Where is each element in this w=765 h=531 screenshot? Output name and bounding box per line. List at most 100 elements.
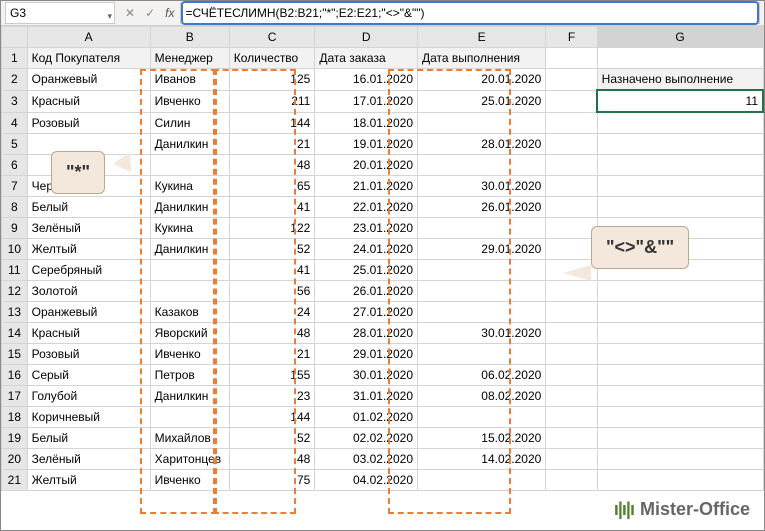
cell[interactable] — [597, 197, 763, 218]
cell[interactable]: Розовый — [27, 112, 150, 134]
cell[interactable] — [597, 48, 763, 69]
cell[interactable]: 48 — [229, 449, 315, 470]
cell[interactable]: Данилкин — [150, 134, 229, 155]
cell[interactable] — [546, 323, 597, 344]
cell[interactable]: Количество — [229, 48, 315, 69]
cell[interactable]: Кукина — [150, 176, 229, 197]
cell[interactable] — [597, 407, 763, 428]
row-header[interactable]: 12 — [2, 281, 28, 302]
cell[interactable] — [546, 134, 597, 155]
check-icon[interactable]: ✓ — [145, 6, 155, 20]
cell[interactable] — [150, 260, 229, 281]
cell[interactable] — [597, 386, 763, 407]
cell[interactable] — [418, 470, 546, 491]
cell[interactable]: 52 — [229, 428, 315, 449]
cell[interactable]: 30.01.2020 — [418, 176, 546, 197]
name-box[interactable]: G3 ▾ — [5, 2, 115, 24]
selected-cell[interactable]: 11 — [597, 90, 763, 112]
cell[interactable]: Яворский — [150, 323, 229, 344]
cell[interactable]: Коричневый — [27, 407, 150, 428]
cell[interactable]: 03.02.2020 — [315, 449, 418, 470]
cell[interactable] — [418, 112, 546, 134]
cell[interactable]: 144 — [229, 407, 315, 428]
cell[interactable] — [546, 302, 597, 323]
row-header[interactable]: 9 — [2, 218, 28, 239]
cell[interactable]: 02.02.2020 — [315, 428, 418, 449]
row-header[interactable]: 4 — [2, 112, 28, 134]
cell[interactable]: 52 — [229, 239, 315, 260]
col-header-D[interactable]: D — [315, 27, 418, 48]
cell[interactable]: 125 — [229, 69, 315, 91]
cell[interactable] — [597, 112, 763, 134]
cell[interactable]: Данилкин — [150, 197, 229, 218]
cell[interactable] — [597, 365, 763, 386]
cell[interactable] — [546, 470, 597, 491]
cell[interactable] — [597, 428, 763, 449]
cell[interactable] — [597, 176, 763, 197]
row-header[interactable]: 16 — [2, 365, 28, 386]
cell[interactable]: 19.01.2020 — [315, 134, 418, 155]
cell[interactable]: Ивченко — [150, 470, 229, 491]
cell[interactable] — [597, 323, 763, 344]
cell[interactable]: 65 — [229, 176, 315, 197]
cell[interactable] — [546, 281, 597, 302]
cell[interactable] — [418, 260, 546, 281]
cell[interactable]: 23 — [229, 386, 315, 407]
select-all-corner[interactable] — [2, 27, 28, 48]
cell[interactable]: 21 — [229, 344, 315, 365]
cell[interactable]: 18.01.2020 — [315, 112, 418, 134]
cell[interactable]: Ивченко — [150, 344, 229, 365]
cell[interactable]: Оранжевый — [27, 302, 150, 323]
cell[interactable]: 14.02.2020 — [418, 449, 546, 470]
col-header-E[interactable]: E — [418, 27, 546, 48]
fx-icon[interactable]: fx — [165, 6, 174, 20]
row-header[interactable]: 14 — [2, 323, 28, 344]
cell[interactable]: 24.01.2020 — [315, 239, 418, 260]
col-header-C[interactable]: C — [229, 27, 315, 48]
row-header[interactable]: 10 — [2, 239, 28, 260]
cell[interactable]: Зелёный — [27, 449, 150, 470]
cell[interactable]: Зелёный — [27, 218, 150, 239]
cell[interactable]: 24 — [229, 302, 315, 323]
cell[interactable]: 28.01.2020 — [418, 134, 546, 155]
cell[interactable]: 41 — [229, 197, 315, 218]
cell[interactable]: 17.01.2020 — [315, 90, 418, 112]
cell[interactable]: Красный — [27, 323, 150, 344]
cell[interactable]: 31.01.2020 — [315, 386, 418, 407]
cell[interactable]: Кукина — [150, 218, 229, 239]
cell[interactable]: Данилкин — [150, 239, 229, 260]
cell[interactable]: Казаков — [150, 302, 229, 323]
cell[interactable]: Красный — [27, 90, 150, 112]
cell[interactable]: 75 — [229, 470, 315, 491]
cell[interactable]: Харитонцев — [150, 449, 229, 470]
cell[interactable]: 41 — [229, 260, 315, 281]
col-header-F[interactable]: F — [546, 27, 597, 48]
cell[interactable] — [150, 155, 229, 176]
cell[interactable]: 48 — [229, 323, 315, 344]
cell[interactable]: Данилкин — [150, 386, 229, 407]
cell[interactable] — [546, 176, 597, 197]
cell[interactable]: 26.01.2020 — [315, 281, 418, 302]
cell[interactable]: Серый — [27, 365, 150, 386]
cell[interactable] — [418, 281, 546, 302]
cell[interactable]: Менеджер — [150, 48, 229, 69]
col-header-A[interactable]: A — [27, 27, 150, 48]
cell[interactable]: 30.01.2020 — [315, 365, 418, 386]
row-header[interactable]: 18 — [2, 407, 28, 428]
cell[interactable]: Желтый — [27, 470, 150, 491]
row-header[interactable]: 8 — [2, 197, 28, 218]
cell[interactable] — [546, 218, 597, 239]
cell[interactable]: 20.01.2020 — [315, 155, 418, 176]
row-header[interactable]: 1 — [2, 48, 28, 69]
cell[interactable]: Иванов — [150, 69, 229, 91]
cell[interactable]: Назначено выполнение — [597, 69, 763, 91]
formula-bar[interactable]: =СЧЁТЕСЛИМН(B2:B21;"*";E2:E21;"<>"&"") — [180, 2, 760, 24]
cell[interactable] — [546, 197, 597, 218]
cell[interactable] — [597, 344, 763, 365]
cell[interactable]: Дата заказа — [315, 48, 418, 69]
cell[interactable] — [546, 112, 597, 134]
cell[interactable]: 04.02.2020 — [315, 470, 418, 491]
cell[interactable] — [418, 155, 546, 176]
cell[interactable]: 23.01.2020 — [315, 218, 418, 239]
cell[interactable] — [418, 344, 546, 365]
